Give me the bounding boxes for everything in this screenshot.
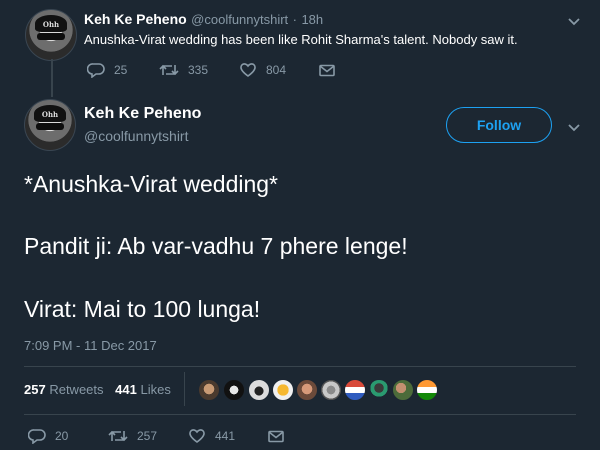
author-handle[interactable]: @coolfunnytshirt bbox=[84, 128, 188, 144]
liker-avatar[interactable] bbox=[344, 379, 366, 401]
liker-avatar[interactable] bbox=[320, 379, 342, 401]
tweet-time[interactable]: 18h bbox=[301, 12, 323, 27]
liker-avatar[interactable] bbox=[248, 379, 270, 401]
thread-line bbox=[51, 59, 53, 97]
reply-icon bbox=[28, 429, 46, 444]
liker-avatars bbox=[198, 378, 462, 404]
direct-message-button[interactable] bbox=[319, 64, 335, 77]
tweet-timestamp[interactable]: 7:09 PM - 11 Dec 2017 bbox=[24, 338, 157, 353]
liker-avatar[interactable] bbox=[198, 379, 220, 401]
liker-avatar[interactable] bbox=[416, 379, 438, 401]
direct-message-button[interactable] bbox=[268, 430, 284, 443]
reply-icon bbox=[87, 63, 105, 78]
reply-count: 25 bbox=[114, 63, 128, 77]
author-handle[interactable]: @coolfunnytshirt bbox=[191, 12, 288, 27]
likes-stat-label: Likes bbox=[140, 382, 171, 397]
heart-icon bbox=[240, 63, 256, 77]
likes-stat-count: 441 bbox=[115, 382, 137, 397]
tweet-text-line: Pandit ji: Ab var-vadhu 7 phere lenge! bbox=[24, 233, 408, 259]
like-button[interactable]: 441 bbox=[188, 428, 268, 444]
retweet-button[interactable]: 335 bbox=[159, 62, 239, 78]
tweet-text-line: Virat: Mai to 100 lunga! bbox=[24, 296, 261, 322]
like-count: 441 bbox=[215, 429, 236, 443]
mail-icon bbox=[319, 64, 335, 76]
liker-avatar[interactable] bbox=[368, 379, 390, 401]
chevron-down-icon[interactable] bbox=[567, 120, 581, 138]
heart-icon bbox=[189, 429, 205, 443]
liker-avatar[interactable] bbox=[272, 379, 294, 401]
author-name[interactable]: Keh Ke Peheno bbox=[84, 105, 201, 123]
follow-button[interactable]: Follow bbox=[446, 107, 552, 143]
liker-avatar[interactable] bbox=[392, 379, 414, 401]
stats-divider bbox=[184, 372, 185, 406]
avatar-cap-text: Ohh bbox=[41, 109, 59, 119]
retweet-icon bbox=[108, 430, 128, 442]
avatar[interactable]: Ohh bbox=[24, 99, 76, 151]
retweets-stat-label: Retweets bbox=[49, 382, 104, 397]
reply-button[interactable]: 25 bbox=[87, 62, 159, 78]
retweet-button[interactable]: 257 bbox=[108, 428, 188, 444]
author-name[interactable]: Keh Ke Peheno bbox=[84, 11, 187, 27]
like-count: 804 bbox=[266, 63, 287, 77]
likes-stat[interactable]: 441 Likes bbox=[115, 382, 171, 397]
avatar-cap-text: Ohh bbox=[42, 19, 60, 29]
retweet-icon bbox=[159, 64, 179, 76]
retweets-stat[interactable]: 257 Retweets bbox=[24, 382, 107, 397]
retweet-count: 335 bbox=[188, 63, 209, 77]
divider bbox=[24, 414, 576, 415]
retweet-count: 257 bbox=[137, 429, 158, 443]
reply-count: 20 bbox=[55, 429, 69, 443]
liker-avatar[interactable] bbox=[296, 379, 318, 401]
like-button[interactable]: 804 bbox=[239, 62, 319, 78]
tweet-text: Anushka-Virat wedding has been like Rohi… bbox=[84, 32, 518, 47]
retweets-stat-count: 257 bbox=[24, 382, 46, 397]
liker-avatar[interactable] bbox=[223, 379, 245, 401]
tweet-text-line: *Anushka-Virat wedding* bbox=[24, 171, 279, 197]
chevron-down-icon[interactable] bbox=[567, 14, 581, 32]
mail-icon bbox=[268, 430, 284, 442]
reply-button[interactable]: 20 bbox=[28, 428, 108, 444]
avatar[interactable]: Ohh bbox=[25, 9, 77, 61]
divider bbox=[24, 366, 576, 367]
